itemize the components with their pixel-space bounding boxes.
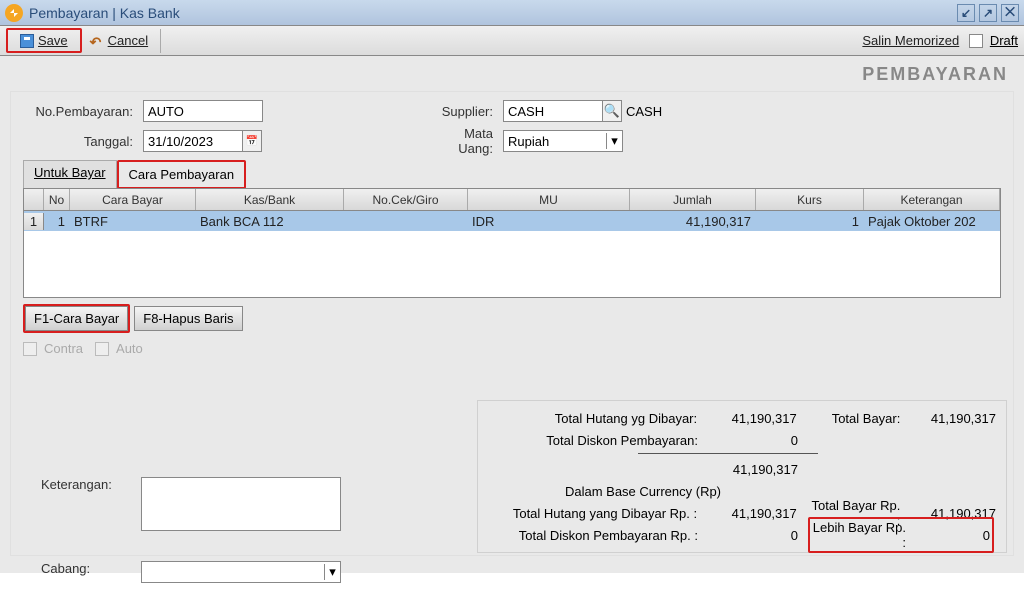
undo-icon [90,34,104,48]
total-diskon-label: Total Diskon Pembayaran: [488,433,708,448]
cell-jumlah[interactable]: 41,190,317 [630,213,756,230]
tab-cara-pembayaran[interactable]: Cara Pembayaran [121,164,243,185]
grid-corner [24,189,44,210]
lebih-bayar-highlight: Lebih Bayar Rp. : 0 [808,517,994,553]
no-pembayaran-label: No.Pembayaran: [23,104,143,119]
table-row[interactable]: 1 1 BTRF Bank BCA 112 IDR 41,190,317 1 P… [24,211,1000,231]
auto-checkbox [95,342,109,356]
lebih-bayar-value: 0 [912,528,990,543]
cell-keterangan[interactable]: Pajak Oktober 202 [864,213,1000,230]
grid-header: No Cara Bayar Kas/Bank No.Cek/Giro MU Ju… [24,189,1000,211]
tab-untuk-bayar[interactable]: Untuk Bayar [23,160,117,189]
f8-hapus-baris-button[interactable]: F8-Hapus Baris [134,306,242,331]
tabs: Untuk Bayar Cara Pembayaran [23,160,1001,189]
mata-uang-label: Mata Uang: [433,126,503,156]
cell-kurs[interactable]: 1 [756,213,864,230]
toolbar: Save Cancel Salin Memorized Draft [0,26,1024,56]
f1-highlight: F1-Cara Bayar [23,304,130,333]
tanggal-label: Tanggal: [23,134,143,149]
supplier-label: Supplier: [433,104,503,119]
keterangan-label: Keterangan: [41,477,141,492]
maximize-icon[interactable]: ↗ [979,4,997,22]
cell-no[interactable]: 1 [44,213,70,230]
minimize-icon[interactable]: ↙ [957,4,975,22]
app-icon [5,4,23,22]
total-hutang-rp-label: Total Hutang yang Dibayar Rp. : [488,506,707,521]
page-heading: PEMBAYARAN [10,64,1014,85]
cell-cara-bayar[interactable]: BTRF [70,213,196,230]
cell-mu[interactable]: IDR [468,213,630,230]
subtotal-value: 41,190,317 [708,462,808,477]
total-bayar-label: Total Bayar: [807,411,907,426]
disabled-checks: Contra Auto [23,341,1001,356]
save-icon [20,34,34,48]
col-cara-bayar[interactable]: Cara Bayar [70,189,196,210]
form-box: No.Pembayaran: Supplier: 🔍 CASH Tanggal:… [10,91,1014,556]
draft-label: Draft [990,33,1018,48]
row-number: 1 [24,213,44,230]
save-highlight: Save [6,28,82,53]
total-diskon-value: 0 [708,433,808,448]
total-hutang-value: 41,190,317 [707,411,807,426]
supplier-name: CASH [626,104,662,119]
cell-kas-bank[interactable]: Bank BCA 112 [196,213,344,230]
totals-panel: Total Hutang yg Dibayar: 41,190,317 Tota… [477,400,1007,553]
supplier-input[interactable] [503,100,603,122]
search-icon[interactable]: 🔍 [602,100,622,122]
base-currency-label: Dalam Base Currency (Rp) [488,484,808,499]
contra-checkbox [23,342,37,356]
total-hutang-rp-value: 41,190,317 [707,506,807,521]
mata-uang-select[interactable]: Rupiah ▾ [503,130,623,152]
col-kas-bank[interactable]: Kas/Bank [196,189,344,210]
window-controls: ↙ ↗ ⨉ [957,4,1019,22]
tanggal-input[interactable] [143,130,243,152]
cancel-button[interactable]: Cancel [82,31,156,50]
grid-buttons: F1-Cara Bayar F8-Hapus Baris [23,304,1001,333]
total-diskon-rp-value: 0 [708,528,808,543]
draft-checkbox[interactable] [969,34,983,48]
chevron-down-icon: ▾ [606,133,622,149]
cabang-label: Cabang: [41,561,141,576]
content-area: PEMBAYARAN No.Pembayaran: Supplier: 🔍 CA… [0,56,1024,573]
save-button[interactable]: Save [12,31,76,50]
total-diskon-rp-label: Total Diskon Pembayaran Rp. : [488,528,708,543]
cabang-select[interactable]: ▾ [141,561,341,583]
keterangan-input[interactable] [141,477,341,531]
col-no-cek[interactable]: No.Cek/Giro [344,189,468,210]
mata-uang-value: Rupiah [504,134,606,149]
draft-checkbox-wrap[interactable]: Draft [969,33,1018,49]
no-pembayaran-input[interactable] [143,100,263,122]
f1-cara-bayar-button[interactable]: F1-Cara Bayar [25,306,128,331]
chevron-down-icon: ▾ [324,564,340,580]
col-jumlah[interactable]: Jumlah [630,189,756,210]
col-no[interactable]: No [44,189,70,210]
contra-label: Contra [44,341,83,356]
tb-separator [160,29,161,53]
calendar-icon[interactable]: 📅 [242,130,262,152]
lower-left-form: Keterangan: Cabang: ▾ [41,477,341,613]
col-kurs[interactable]: Kurs [756,189,864,210]
payment-grid: No Cara Bayar Kas/Bank No.Cek/Giro MU Ju… [23,188,1001,298]
col-mu[interactable]: MU [468,189,630,210]
cell-no-cek[interactable] [344,220,468,222]
tab-highlight: Cara Pembayaran [117,160,247,189]
auto-label: Auto [116,341,143,356]
separator-line [638,453,818,454]
title-bar: Pembayaran | Kas Bank ↙ ↗ ⨉ [0,0,1024,26]
salin-memorized-link[interactable]: Salin Memorized [862,33,959,48]
total-hutang-label: Total Hutang yg Dibayar: [488,411,707,426]
window-title: Pembayaran | Kas Bank [29,5,957,21]
lebih-bayar-label: Lebih Bayar Rp. : [812,520,912,550]
total-bayar-value: 41,190,317 [906,411,996,426]
close-icon[interactable]: ⨉ [1001,4,1019,22]
col-keterangan[interactable]: Keterangan [864,189,1000,210]
